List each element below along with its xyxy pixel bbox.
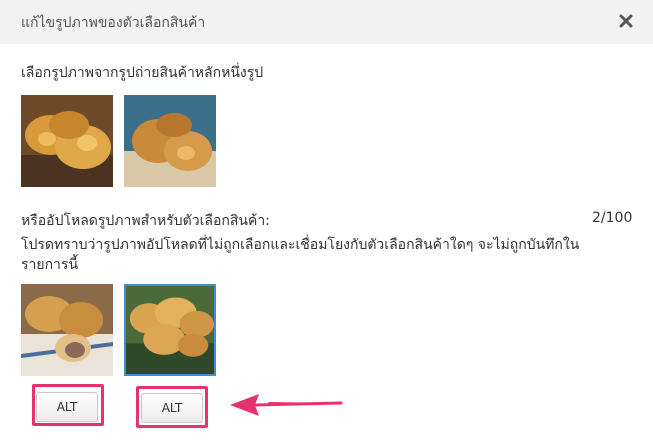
alt-button-highlight-box [32,384,104,426]
upload-images-label: หรืออัปโหลดรูปภาพสำหรับตัวเลือกสินค้า: [21,213,270,229]
uploaded-image-thumbnail[interactable] [21,284,113,376]
product-image-thumbnail[interactable] [21,95,113,187]
upload-note-line-1: โปรดทราบว่ารูปภาพอัปโหลดที่ไม่ถูกเลือกแล… [21,237,580,253]
modal-header: แก้ไขรูปภาพของตัวเลือกสินค้า [0,0,653,44]
alt-button-highlight-box [136,386,208,428]
annotation-arrow-icon [230,394,343,416]
modal-title: แก้ไขรูปภาพของตัวเลือกสินค้า [21,15,206,31]
uploaded-image-thumbnail-selected[interactable] [124,284,216,376]
product-images-label: เลือกรูปภาพจากรูปถ่ายสินค้าหลักหนึ่งรูป [21,65,264,81]
upload-note-line-2: รายการนี้ [21,257,79,273]
close-icon[interactable] [617,12,635,30]
edit-variant-image-modal: แก้ไขรูปภาพของตัวเลือกสินค้า เลือกรูปภาพ… [0,0,653,442]
upload-count: 2/100 [592,210,633,226]
product-image-thumbnail[interactable] [124,95,216,187]
